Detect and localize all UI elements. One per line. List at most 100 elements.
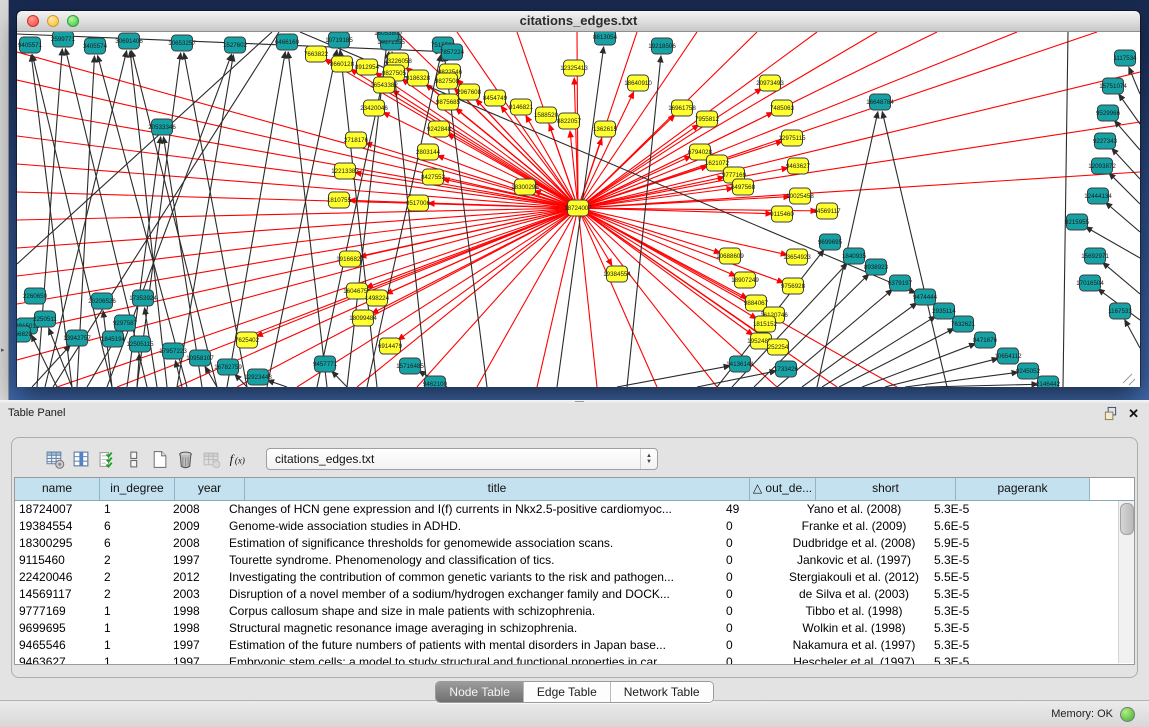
cell-pagerank[interactable]: 5.3E-5 xyxy=(924,501,1048,518)
network-node[interactable]: 19166827 xyxy=(336,251,364,267)
cell-year[interactable]: 2008 xyxy=(163,501,223,518)
cell-name[interactable]: 9699695 xyxy=(15,620,96,637)
cell-title[interactable]: Embryonic stem cells: a model to study s… xyxy=(223,654,722,665)
column-header-title[interactable]: title xyxy=(245,478,750,500)
network-node[interactable]: 7632621 xyxy=(951,316,976,332)
network-node[interactable]: 6466160 xyxy=(275,34,300,50)
cell-out_de[interactable]: 0 xyxy=(722,518,784,535)
close-panel-icon[interactable]: ✕ xyxy=(1128,407,1139,421)
network-node[interactable]: 15692971 xyxy=(1081,248,1109,264)
network-node[interactable]: 9245052 xyxy=(1016,363,1041,379)
network-node[interactable]: 8813054 xyxy=(593,32,618,45)
network-node[interactable]: 14569117 xyxy=(813,203,841,219)
network-node[interactable]: 8186328 xyxy=(406,70,431,86)
cell-out_de[interactable]: 0 xyxy=(722,654,784,665)
network-node[interactable]: 9529966 xyxy=(1096,105,1121,121)
cell-pagerank[interactable]: 5.3E-5 xyxy=(924,637,1048,654)
cell-name[interactable]: 19384554 xyxy=(15,518,96,535)
cell-name[interactable]: 22420046 xyxy=(15,569,96,586)
cell-title[interactable]: Estimation of significance thresholds fo… xyxy=(223,535,722,552)
network-node[interactable]: 18907249 xyxy=(731,272,759,288)
cell-out_de[interactable]: 0 xyxy=(722,569,784,586)
network-node[interactable]: 2599771 xyxy=(51,32,76,47)
network-node[interactable]: 12213383 xyxy=(331,163,359,179)
cell-short[interactable]: Yano et al. (2008) xyxy=(784,501,924,518)
network-node[interactable]: 10653257 xyxy=(168,35,196,51)
network-node[interactable]: 10719185 xyxy=(325,32,353,48)
table-row[interactable]: 1938455462009Genome-wide association stu… xyxy=(15,518,1134,535)
network-node[interactable]: 2935114 xyxy=(932,303,956,319)
delete-table-icon[interactable] xyxy=(198,447,224,471)
cell-in_degree[interactable]: 1 xyxy=(96,603,163,620)
cell-out_de[interactable]: 49 xyxy=(722,501,784,518)
network-node[interactable]: 12093872 xyxy=(1088,158,1116,174)
cell-out_de[interactable]: 0 xyxy=(722,535,784,552)
cell-short[interactable]: Stergiakouli et al. (2012) xyxy=(784,569,924,586)
network-node[interactable]: 8471676 xyxy=(973,332,998,348)
cell-short[interactable]: de Silva et al. (2003) xyxy=(784,586,924,603)
table-scrollbar[interactable] xyxy=(1118,501,1134,663)
network-node[interactable]: 8454749 xyxy=(483,90,508,106)
network-node[interactable]: 17016504 xyxy=(1076,275,1104,291)
network-node[interactable]: 9827508 xyxy=(435,73,460,89)
network-node[interactable]: 12444134 xyxy=(1084,188,1112,204)
table-row[interactable]: 1456911722003Disruption of a novel membe… xyxy=(15,586,1134,603)
cell-title[interactable]: Investigating the contribution of common… xyxy=(223,569,722,586)
network-node[interactable]: 12505115 xyxy=(126,336,154,352)
cell-name[interactable]: 9777169 xyxy=(15,603,96,620)
network-node[interactable]: 23420046 xyxy=(360,100,388,116)
create-column-icon[interactable] xyxy=(146,447,172,471)
cell-pagerank[interactable]: 5.3E-5 xyxy=(924,603,1048,620)
network-node[interactable]: 10688609 xyxy=(716,248,744,264)
network-node[interactable]: 17353924 xyxy=(129,290,157,306)
cell-title[interactable]: Tourette syndrome. Phenomenology and cla… xyxy=(223,552,722,569)
cell-in_degree[interactable]: 1 xyxy=(96,654,163,665)
cell-name[interactable]: 14569117 xyxy=(15,586,96,603)
cell-year[interactable]: 1997 xyxy=(163,637,223,654)
cell-short[interactable]: Dudbridge et al. (2008) xyxy=(784,535,924,552)
network-node[interactable]: 20973493 xyxy=(756,75,784,91)
network-node[interactable]: 18099484 xyxy=(349,310,377,326)
network-node[interactable]: 1167533 xyxy=(1108,303,1132,319)
cell-title[interactable]: Genome-wide association studies in ADHD. xyxy=(223,518,722,535)
cell-pagerank[interactable]: 5.3E-5 xyxy=(924,654,1048,665)
cell-short[interactable]: Tibbo et al. (1998) xyxy=(784,603,924,620)
network-node[interactable]: 19218506 xyxy=(648,38,676,54)
cell-year[interactable]: 2003 xyxy=(163,586,223,603)
network-node[interactable]: 1498224 xyxy=(365,290,390,306)
cell-in_degree[interactable]: 2 xyxy=(96,586,163,603)
cell-year[interactable]: 1998 xyxy=(163,620,223,637)
network-node[interactable]: 15751074 xyxy=(1099,78,1127,94)
network-node[interactable]: 8215955 xyxy=(1065,214,1090,230)
cell-name[interactable]: 18300295 xyxy=(15,535,96,552)
network-node[interactable]: 16782759 xyxy=(214,359,242,375)
network-node[interactable]: 2718176 xyxy=(344,132,369,148)
network-node[interactable]: 2967608 xyxy=(457,84,482,100)
cell-pagerank[interactable]: 5.3E-5 xyxy=(924,552,1048,569)
column-header-name[interactable]: name xyxy=(15,478,100,500)
network-node[interactable]: 9517006 xyxy=(406,195,431,211)
cell-pagerank[interactable]: 5.9E-5 xyxy=(924,535,1048,552)
network-node[interactable]: 2146442 xyxy=(1036,376,1061,387)
network-node[interactable]: 9474444 xyxy=(913,289,938,305)
cell-in_degree[interactable]: 2 xyxy=(96,552,163,569)
cell-year[interactable]: 2009 xyxy=(163,518,223,535)
network-node[interactable]: 30691406 xyxy=(115,33,143,49)
cell-out_de[interactable]: 0 xyxy=(722,637,784,654)
network-node[interactable]: 9227343 xyxy=(1093,133,1118,149)
network-node[interactable]: 18724007 xyxy=(564,200,592,216)
network-node[interactable]: 1845194 xyxy=(101,331,126,347)
delete-column-icon[interactable] xyxy=(172,447,198,471)
cell-in_degree[interactable]: 6 xyxy=(96,535,163,552)
table-row[interactable]: 1872400712008Changes of HCN gene express… xyxy=(15,501,1134,518)
canvas-resize-grip-icon[interactable] xyxy=(1123,374,1135,385)
network-node[interactable]: 3405574 xyxy=(83,38,108,54)
network-node[interactable]: 15716485 xyxy=(396,358,424,374)
dropdown-stepper-icon[interactable]: ▲▼ xyxy=(640,449,657,469)
zoom-window-button[interactable] xyxy=(67,15,79,27)
cell-title[interactable]: Estimation of the future numbers of pati… xyxy=(223,637,722,654)
network-window-titlebar[interactable]: citations_edges.txt xyxy=(17,11,1140,32)
table-selector-dropdown[interactable]: citations_edges.txt ▲▼ xyxy=(266,448,658,470)
network-node[interactable]: 20533346 xyxy=(148,119,176,135)
network-node[interactable]: 2250511 xyxy=(33,311,57,327)
